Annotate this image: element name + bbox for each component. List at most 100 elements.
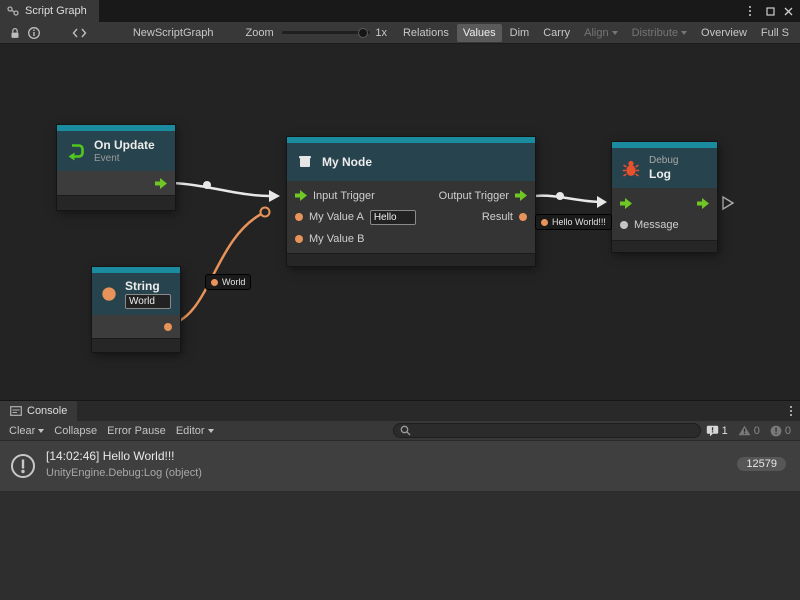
align-dropdown[interactable]: Align <box>578 24 623 42</box>
wire-control-mynode-debug <box>535 196 602 202</box>
tab-console[interactable]: Console <box>0 401 77 421</box>
log-stacktrace: UnityEngine.Debug:Log (object) <box>46 467 202 479</box>
chevron-down-icon <box>38 429 44 436</box>
graph-toolbar-buttons: Relations Values Dim Carry Align Distrib… <box>397 24 795 42</box>
zoom-slider-handle[interactable] <box>358 28 368 38</box>
port-label: Result <box>482 211 513 223</box>
window-menu-button[interactable] <box>742 0 758 22</box>
console-search[interactable] <box>393 423 701 438</box>
port-trigger-out[interactable] <box>697 198 709 209</box>
wire-value-text: Hello World!!! <box>552 217 606 227</box>
wire-value-text: World <box>222 277 245 287</box>
node-body: Message <box>612 188 717 240</box>
console-panel: Console Clear Collapse Error Pause Edito… <box>0 400 800 600</box>
wire-arrowhead <box>597 196 607 208</box>
wire-dot <box>203 181 211 189</box>
error-count: 0 <box>785 425 791 437</box>
values-button[interactable]: Values <box>457 24 502 42</box>
node-footer <box>287 253 535 266</box>
error-filter-toggle[interactable]: 0 <box>765 425 796 437</box>
port-label: My Value A <box>309 211 364 223</box>
wire-value-string-mynode <box>166 213 263 325</box>
info-count: 1 <box>722 425 728 437</box>
port-result[interactable]: Result <box>482 211 527 223</box>
value-dot-icon <box>211 279 218 286</box>
port-my-value-a[interactable]: My Value A <box>295 210 416 225</box>
zoom-slider[interactable] <box>282 26 371 40</box>
port-input-trigger[interactable]: Input Trigger <box>295 190 375 202</box>
edit-source-button[interactable] <box>70 23 89 43</box>
value-a-field[interactable] <box>370 210 416 225</box>
node-header[interactable]: On Update Event <box>57 131 175 171</box>
port-trigger-in[interactable] <box>620 198 632 209</box>
log-collapse-count-badge: 12579 <box>737 457 786 471</box>
tab-script-graph[interactable]: Script Graph <box>0 0 99 22</box>
collapse-toggle[interactable]: Collapse <box>49 423 102 439</box>
clear-button[interactable]: Clear <box>4 423 49 439</box>
port-trigger-out[interactable] <box>57 171 175 195</box>
warning-filter-toggle[interactable]: 0 <box>733 425 765 437</box>
kebab-menu-icon <box>749 6 751 16</box>
search-icon <box>400 425 411 436</box>
console-tab-label: Console <box>27 405 67 417</box>
window-maximize-button[interactable] <box>762 0 778 22</box>
port-message[interactable]: Message <box>620 219 679 231</box>
flow-arrow-icon <box>697 198 709 209</box>
window-close-button[interactable] <box>780 0 796 22</box>
info-filter-toggle[interactable]: 1 <box>701 425 733 437</box>
overview-button[interactable]: Overview <box>695 24 753 42</box>
log-info-icon <box>9 452 37 480</box>
node-footer <box>57 195 175 210</box>
info-button[interactable] <box>24 23 43 43</box>
node-title: My Node <box>322 155 372 169</box>
node-header[interactable]: Debug Log <box>612 148 717 188</box>
zoom-label: Zoom <box>246 27 274 39</box>
graph-canvas[interactable]: On Update Event My Node <box>0 44 800 400</box>
titlebar: Script Graph <box>0 0 800 22</box>
unity-window: Script Graph <box>0 0 800 600</box>
node-body: Input Trigger Output Trigger My Value A … <box>287 181 535 253</box>
flow-end-triangle-icon <box>723 197 733 209</box>
error-icon <box>770 425 782 437</box>
wire-value-label-world: World <box>206 275 250 289</box>
console-menu-button[interactable] <box>790 406 792 416</box>
console-toolbar: Clear Collapse Error Pause Editor <box>0 421 800 441</box>
dim-button[interactable]: Dim <box>504 24 536 42</box>
port-row: My Value A Result <box>287 206 535 228</box>
fullscreen-button[interactable]: Full S <box>755 24 795 42</box>
update-loop-icon <box>66 141 86 161</box>
node-my-node[interactable]: My Node Input Trigger Output Trigger <box>287 137 535 266</box>
lock-button[interactable] <box>5 23 24 43</box>
node-debug-log[interactable]: Debug Log Message <box>612 142 717 252</box>
console-search-input[interactable] <box>415 424 694 437</box>
string-value-field[interactable] <box>125 294 171 309</box>
log-entry[interactable]: [14:02:46] Hello World!!! UnityEngine.De… <box>0 441 800 492</box>
zoom-slider-track[interactable] <box>282 31 371 34</box>
node-header[interactable]: My Node <box>287 143 535 181</box>
node-footer <box>612 240 717 252</box>
console-tab-icon <box>10 406 22 416</box>
value-port-icon <box>620 221 628 229</box>
value-port-icon <box>295 213 303 221</box>
node-title: String <box>125 279 171 293</box>
carry-button[interactable]: Carry <box>537 24 576 42</box>
distribute-dropdown[interactable]: Distribute <box>626 24 693 42</box>
info-log-icon <box>706 425 719 437</box>
wire-endpoint-circle <box>261 208 270 217</box>
relations-button[interactable]: Relations <box>397 24 455 42</box>
port-row: Message <box>612 214 717 236</box>
port-my-value-b[interactable]: My Value B <box>295 233 364 245</box>
flow-arrow-icon <box>295 190 307 201</box>
node-string-literal[interactable]: String <box>92 267 180 352</box>
node-header[interactable]: String <box>92 273 180 315</box>
flow-arrow-icon <box>515 190 527 201</box>
chevron-down-icon <box>612 31 618 38</box>
warning-count: 0 <box>754 425 760 437</box>
port-string-out[interactable] <box>92 315 180 338</box>
editor-dropdown[interactable]: Editor <box>171 423 219 439</box>
error-pause-toggle[interactable]: Error Pause <box>102 423 171 439</box>
port-output-trigger[interactable]: Output Trigger <box>439 190 527 202</box>
zoom-value: 1x <box>375 27 387 39</box>
node-on-update[interactable]: On Update Event <box>57 125 175 210</box>
close-icon <box>784 7 793 16</box>
